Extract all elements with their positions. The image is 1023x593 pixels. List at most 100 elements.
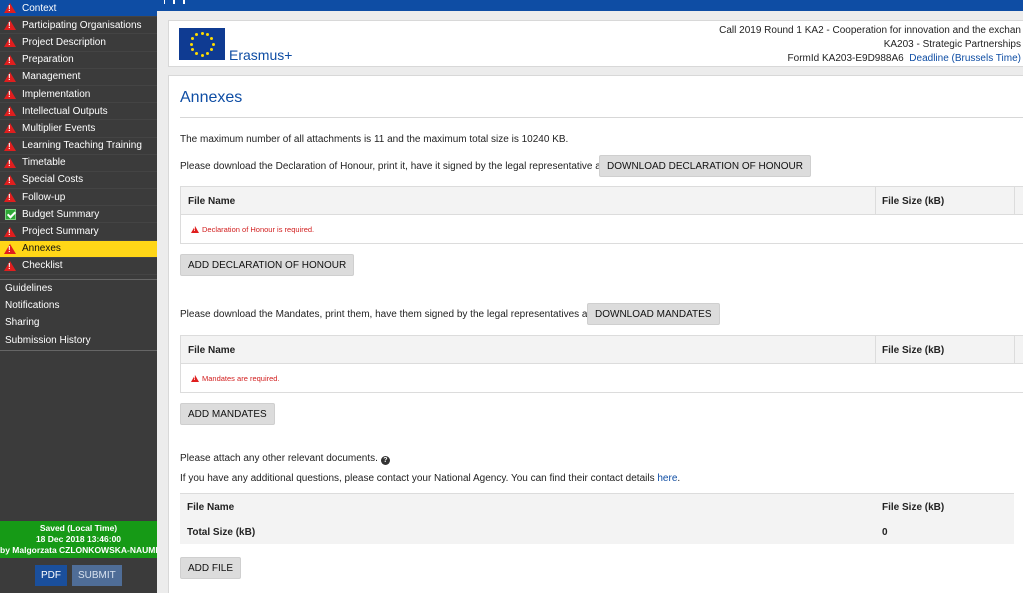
table-row: Declaration of Honour is required. bbox=[181, 215, 1023, 243]
star-icon bbox=[210, 37, 214, 40]
warning-icon bbox=[4, 140, 16, 151]
sidebar-item-special-costs[interactable]: Special Costs bbox=[0, 172, 157, 190]
link-submission-history[interactable]: Submission History bbox=[0, 332, 157, 349]
star-icon bbox=[200, 53, 204, 57]
sidebar-item-follow-up[interactable]: Follow-up bbox=[0, 189, 157, 207]
warning-icon bbox=[4, 106, 16, 117]
sidebar-item-management[interactable]: Management bbox=[0, 69, 157, 86]
sidebar-item-label: Timetable bbox=[22, 157, 66, 169]
col-file-size: File Size (kB) bbox=[882, 502, 945, 513]
warning-icon bbox=[4, 243, 16, 254]
col-file-name: File Name bbox=[187, 502, 235, 513]
star-icon bbox=[190, 37, 194, 40]
help-icon[interactable]: ? bbox=[380, 456, 390, 465]
contact-info: If you have any additional questions, pl… bbox=[180, 473, 680, 484]
sidebar-item-label: Project Description bbox=[22, 36, 106, 48]
sidebar-item-label: Intellectual Outputs bbox=[22, 105, 108, 117]
declaration-error: Declaration of Honour is required. bbox=[191, 225, 314, 234]
nav-divider bbox=[0, 349, 157, 351]
sidebar-item-context[interactable]: Context bbox=[0, 0, 157, 18]
sidebar-item-implementation[interactable]: Implementation bbox=[0, 86, 157, 104]
add-declaration-button[interactable]: ADD DECLARATION OF HONOUR bbox=[180, 254, 355, 276]
submit-button[interactable]: SUBMIT bbox=[72, 565, 122, 586]
other-docs-instruction: Please attach any other relevant documen… bbox=[180, 453, 390, 465]
star-icon bbox=[210, 48, 214, 51]
other-docs-table: File Name File Size (kB) Total Size (kB)… bbox=[180, 493, 1014, 544]
sidebar-item-intellectual-outputs[interactable]: Intellectual Outputs bbox=[0, 103, 157, 121]
table-header: File Name File Size (kB) bbox=[180, 494, 1014, 519]
warning-icon bbox=[4, 174, 16, 185]
sidebar-item-participating-organisations[interactable]: Participating Organisations bbox=[0, 17, 157, 35]
sidebar-item-label: Context bbox=[22, 2, 57, 14]
col-divider bbox=[875, 187, 876, 214]
sidebar: Context Participating Organisations Projec… bbox=[0, 0, 157, 593]
form-id: FormId KA203-E9D988A6 bbox=[787, 53, 904, 64]
declaration-table: File Name File Size (kB) Declaration of … bbox=[180, 186, 1023, 244]
top-bar bbox=[157, 0, 1023, 11]
sidebar-item-project-description[interactable]: Project Description bbox=[0, 34, 157, 52]
sidebar-item-multiplier-events[interactable]: Multiplier Events bbox=[0, 120, 157, 138]
total-size-label: Total Size (kB) bbox=[187, 527, 256, 538]
brand-name: Erasmus+ bbox=[229, 47, 293, 63]
error-text: Declaration of Honour is required. bbox=[202, 225, 315, 234]
sidebar-item-label: Checklist bbox=[22, 260, 63, 272]
title-divider bbox=[180, 117, 1023, 118]
pdf-button[interactable]: PDF bbox=[35, 565, 67, 586]
col-divider bbox=[1014, 187, 1015, 214]
save-status: Saved (Local Time) 18 Dec 2018 13:46:00 … bbox=[0, 521, 157, 558]
sidebar-item-label: Budget Summary bbox=[22, 208, 100, 220]
declaration-instruction: Please download the Declaration of Honou… bbox=[180, 161, 645, 172]
add-file-button[interactable]: ADD FILE bbox=[180, 557, 242, 579]
col-file-name: File Name bbox=[188, 345, 236, 356]
star-icon bbox=[195, 52, 198, 56]
warning-icon bbox=[4, 89, 16, 100]
sidebar-item-learning-teaching-training[interactable]: Learning Teaching Training bbox=[0, 138, 157, 155]
warning-icon bbox=[4, 71, 16, 82]
total-row: Total Size (kB) 0 bbox=[180, 519, 1014, 544]
star-icon bbox=[211, 42, 215, 46]
deadline: Deadline (Brussels Time) bbox=[909, 53, 1021, 64]
page-title: Annexes bbox=[180, 89, 243, 106]
table-row: Mandates are required. bbox=[181, 364, 1023, 392]
download-mandates-button[interactable]: DOWNLOAD MANDATES bbox=[587, 303, 720, 325]
menu-icon[interactable] bbox=[173, 0, 185, 4]
table-header: File Name File Size (kB) bbox=[181, 187, 1023, 215]
warning-icon bbox=[4, 192, 16, 203]
download-declaration-button[interactable]: DOWNLOAD DECLARATION OF HONOUR bbox=[599, 155, 811, 177]
sidebar-item-checklist[interactable]: Checklist bbox=[0, 258, 157, 275]
warning-icon bbox=[191, 375, 199, 382]
section-nav: Context Participating Organisations Projec… bbox=[0, 0, 157, 275]
action-info: KA203 - Strategic Partnerships bbox=[883, 39, 1021, 50]
sidebar-item-preparation[interactable]: Preparation bbox=[0, 52, 157, 69]
sidebar-item-budget-summary[interactable]: Budget Summary bbox=[0, 206, 157, 224]
sidebar-item-label: Multiplier Events bbox=[22, 122, 96, 134]
sidebar-item-label: Annexes bbox=[22, 243, 61, 255]
mandates-error: Mandates are required. bbox=[191, 374, 280, 383]
sidebar-item-timetable[interactable]: Timetable bbox=[0, 155, 157, 172]
col-divider bbox=[875, 336, 876, 363]
contact-text: If you have any additional questions, pl… bbox=[180, 473, 658, 484]
mandates-instruction: Please download the Mandates, print them… bbox=[180, 309, 632, 320]
save-status-time: 18 Dec 2018 13:46:00 bbox=[35, 534, 122, 544]
sidebar-item-project-summary[interactable]: Project Summary bbox=[0, 223, 157, 241]
star-icon bbox=[206, 32, 209, 36]
contact-details-link[interactable]: here bbox=[657, 473, 677, 484]
link-sharing[interactable]: Sharing bbox=[0, 314, 157, 331]
sidebar-item-label: Follow-up bbox=[22, 191, 66, 203]
star-icon bbox=[206, 52, 209, 56]
sidebar-item-label: Special Costs bbox=[22, 174, 84, 186]
form-header: Erasmus+ Call 2019 Round 1 KA2 - Coopera… bbox=[168, 20, 1023, 67]
other-docs-text: Please attach any other relevant documen… bbox=[180, 453, 378, 464]
call-info: Call 2019 Round 1 KA2 - Cooperation for … bbox=[719, 25, 1021, 36]
col-file-size: File Size (kB) bbox=[882, 345, 945, 356]
link-notifications[interactable]: Notifications bbox=[0, 297, 157, 314]
link-guidelines[interactable]: Guidelines bbox=[0, 280, 157, 297]
warning-icon bbox=[4, 54, 16, 65]
mandates-table: File Name File Size (kB) Mandates are re… bbox=[180, 335, 1023, 393]
sidebar-item-label: Project Summary bbox=[22, 226, 99, 238]
sidebar-item-annexes[interactable]: Annexes bbox=[0, 240, 157, 258]
table-header: File Name File Size (kB) bbox=[181, 336, 1023, 364]
check-icon bbox=[5, 208, 16, 220]
col-file-name: File Name bbox=[188, 196, 236, 207]
add-mandates-button[interactable]: ADD MANDATES bbox=[180, 403, 275, 425]
